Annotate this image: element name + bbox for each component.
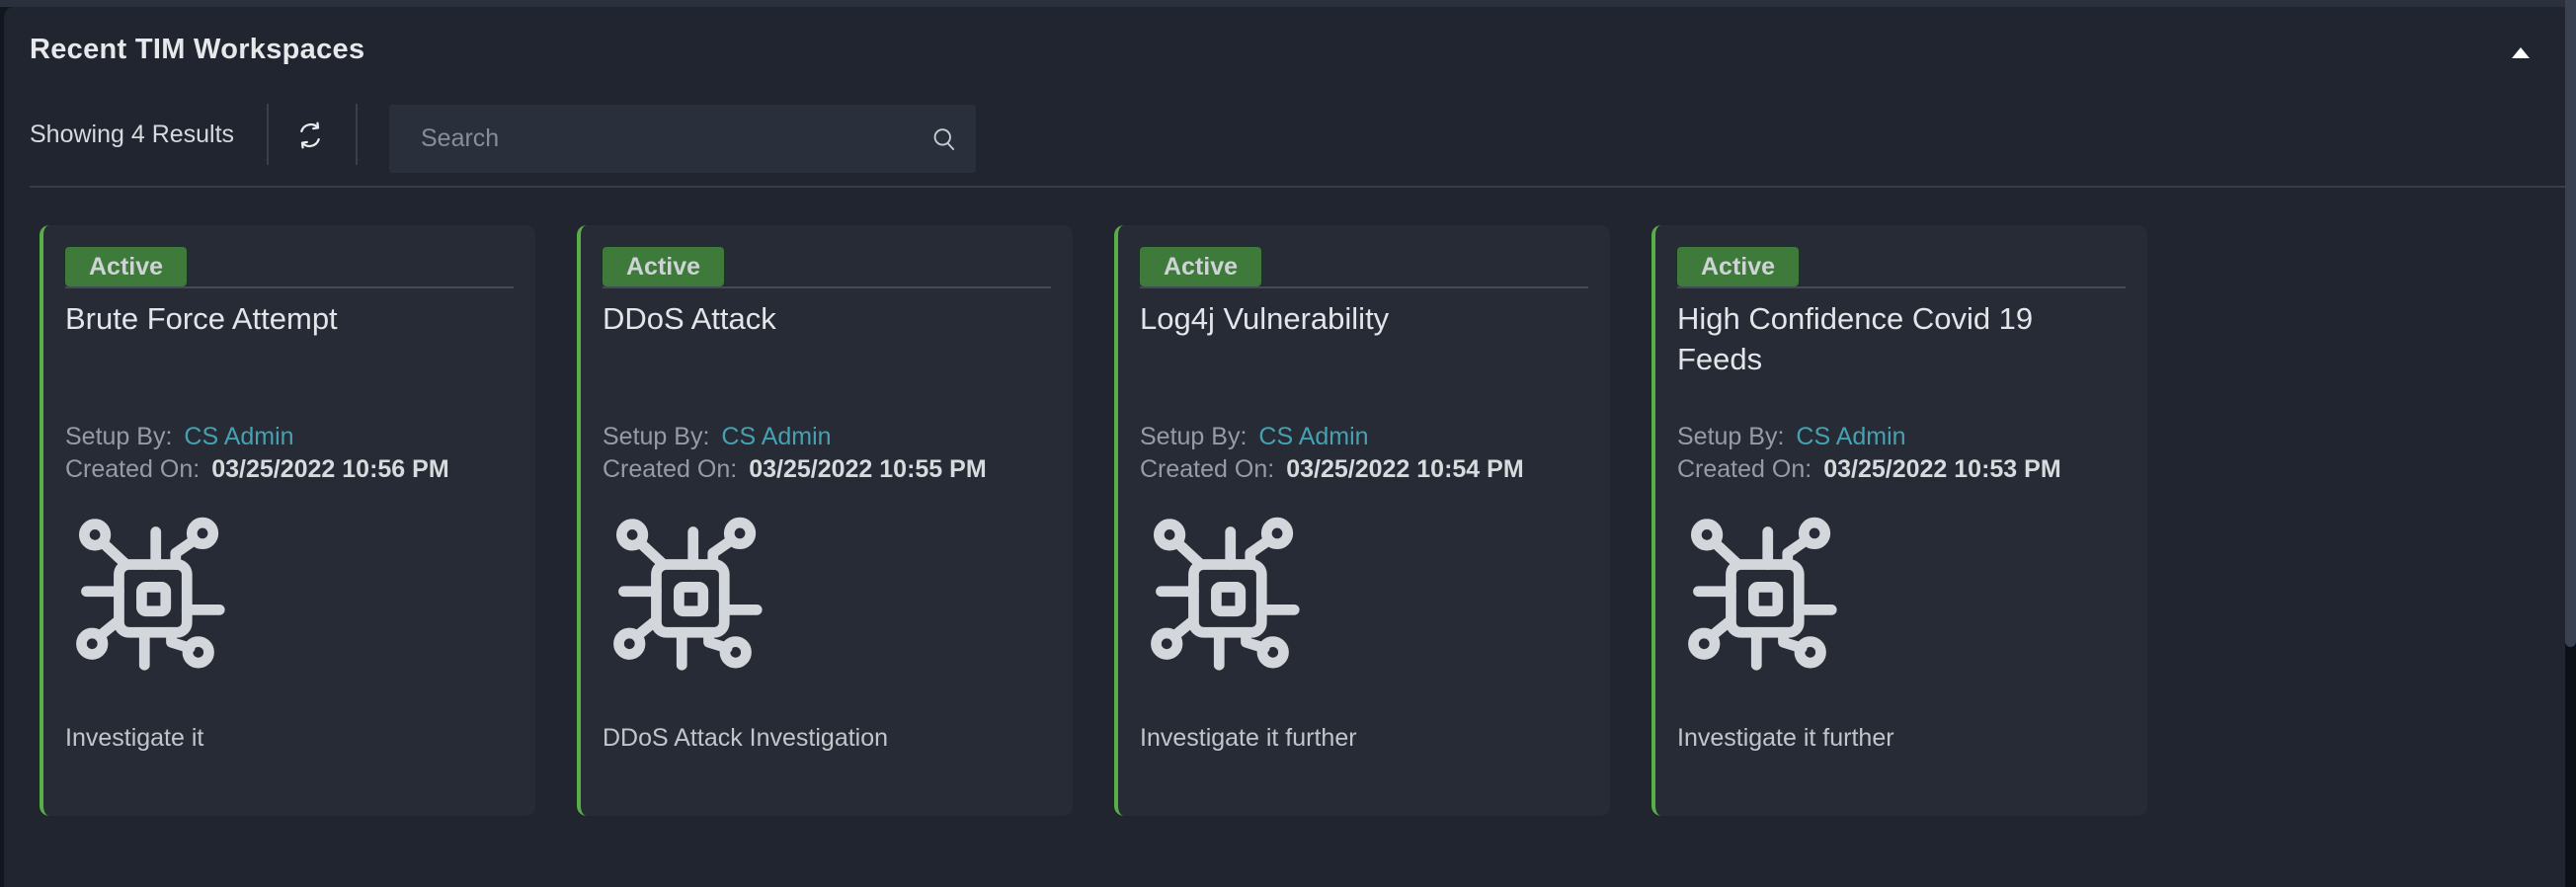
chip-circuit-icon — [1140, 507, 1310, 685]
workspace-cards-row: Active Brute Force Attempt Setup By: CS A… — [40, 225, 2147, 816]
panel-title: Recent TIM Workspaces — [30, 34, 364, 66]
refresh-button[interactable] — [288, 114, 332, 157]
created-on-value: 03/25/2022 10:54 PM — [1286, 455, 1523, 483]
created-on-value: 03/25/2022 10:53 PM — [1823, 455, 2060, 483]
workspace-card-ddos-attack[interactable]: Active DDoS Attack Setup By: CS Admin Cre… — [577, 225, 1073, 816]
workspace-title: Log4j Vulnerability — [1140, 298, 1584, 339]
toolbar-divider — [356, 104, 358, 165]
created-on-value: 03/25/2022 10:56 PM — [211, 455, 448, 483]
status-badge: Active — [1140, 247, 1261, 286]
workspace-card-high-confidence-covid-19-feeds[interactable]: Active High Confidence Covid 19 Feeds Se… — [1651, 225, 2147, 816]
workspace-title: Brute Force Attempt — [65, 298, 510, 339]
workspace-meta: Setup By: CS Admin Created On: 03/25/2022 … — [603, 421, 987, 486]
setup-by-user-link[interactable]: CS Admin — [1258, 423, 1368, 450]
workspace-description: Investigate it further — [1677, 724, 2122, 753]
created-on-label: Created On: — [65, 455, 200, 483]
chip-circuit-icon — [65, 507, 235, 685]
workspace-card-log4j-vulnerability[interactable]: Active Log4j Vulnerability Setup By: CS A… — [1114, 225, 1610, 816]
search-box — [389, 105, 976, 173]
status-badge: Active — [603, 247, 724, 286]
workspace-description: Investigate it further — [1140, 724, 1584, 753]
chevron-up-icon — [2512, 47, 2530, 58]
workspace-meta: Setup By: CS Admin Created On: 03/25/2022 … — [1677, 421, 2061, 486]
recent-tim-workspaces-panel: Recent TIM Workspaces Showing 4 Results … — [4, 7, 2565, 887]
status-badge: Active — [65, 247, 187, 286]
workspace-meta: Setup By: CS Admin Created On: 03/25/2022 … — [65, 421, 449, 486]
workspace-description: DDoS Attack Investigation — [603, 724, 1047, 753]
collapse-panel-button[interactable] — [2509, 44, 2533, 60]
refresh-icon — [294, 120, 326, 151]
setup-by-label: Setup By: — [1140, 423, 1247, 450]
chip-circuit-icon — [603, 507, 772, 685]
created-on-label: Created On: — [1677, 455, 1811, 483]
created-on-value: 03/25/2022 10:55 PM — [749, 455, 986, 483]
status-badge: Active — [1677, 247, 1799, 286]
setup-by-label: Setup By: — [65, 423, 172, 450]
chip-circuit-icon — [1677, 507, 1847, 685]
card-divider — [1677, 286, 2126, 288]
top-edge-strip — [0, 0, 2565, 7]
card-divider — [65, 286, 514, 288]
workspace-card-brute-force-attempt[interactable]: Active Brute Force Attempt Setup By: CS A… — [40, 225, 535, 816]
scrollbar-track[interactable] — [2565, 0, 2576, 887]
workspace-description: Investigate it — [65, 724, 510, 753]
created-on-label: Created On: — [1140, 455, 1274, 483]
setup-by-user-link[interactable]: CS Admin — [721, 423, 831, 450]
workspace-title: DDoS Attack — [603, 298, 1047, 339]
card-divider — [1140, 286, 1588, 288]
created-on-label: Created On: — [603, 455, 737, 483]
toolbar-bottom-divider — [30, 186, 2565, 188]
workspace-meta: Setup By: CS Admin Created On: 03/25/2022 … — [1140, 421, 1524, 486]
results-count-text: Showing 4 Results — [30, 121, 234, 149]
toolbar-divider — [267, 104, 269, 165]
setup-by-label: Setup By: — [1677, 423, 1784, 450]
setup-by-user-link[interactable]: CS Admin — [184, 423, 293, 450]
scrollbar-thumb[interactable] — [2565, 0, 2576, 647]
setup-by-user-link[interactable]: CS Admin — [1796, 423, 1905, 450]
card-divider — [603, 286, 1051, 288]
workspace-title: High Confidence Covid 19 Feeds — [1677, 298, 2122, 379]
magnifier-icon[interactable] — [913, 105, 976, 173]
search-input[interactable] — [389, 105, 913, 173]
setup-by-label: Setup By: — [603, 423, 709, 450]
